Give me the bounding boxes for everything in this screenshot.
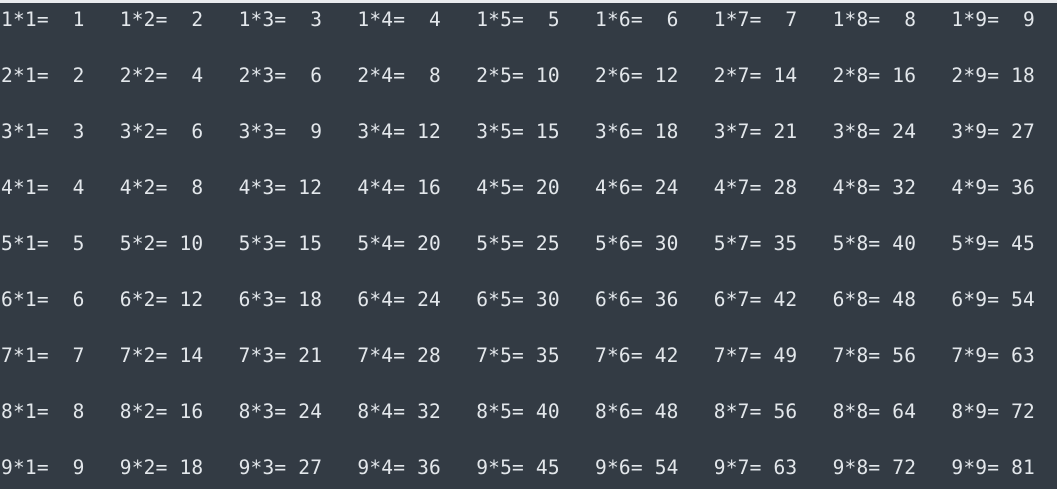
table-cell: 8*1= 8 <box>1 400 85 423</box>
table-cell: 8*2= 16 <box>119 400 204 423</box>
table-cell: 8*5= 40 <box>476 400 560 423</box>
table-cell: 1*3= 3 <box>238 8 323 31</box>
table-cell: 2*1= 2 <box>1 64 85 87</box>
table-cell: 8*4= 32 <box>357 400 441 423</box>
table-cell: 7*3= 21 <box>238 344 323 367</box>
table-cell: 3*3= 9 <box>238 120 323 143</box>
table-cell: 8*9= 72 <box>951 400 1035 423</box>
table-cell: 2*2= 4 <box>119 64 204 87</box>
table-cell: 4*2= 8 <box>119 176 204 199</box>
table-cell: 3*8= 24 <box>832 120 917 143</box>
table-cell: 5*6= 30 <box>595 232 679 255</box>
table-cell: 6*1= 6 <box>1 288 85 311</box>
table-cell: 2*7= 14 <box>713 64 798 87</box>
table-row: 4*1= 4 4*2= 8 4*3= 12 4*4= 16 4*5= 20 4*6= 24… <box>0 175 1057 201</box>
table-cell: 6*8= 48 <box>832 288 917 311</box>
table-cell: 8*3= 24 <box>238 400 323 423</box>
table-cell: 7*6= 42 <box>595 344 679 367</box>
table-row: 1*1= 1 1*2= 2 1*3= 3 1*4= 4 1*5= 5 1*6= 6 1*7=… <box>0 7 1057 33</box>
table-cell: 4*9= 36 <box>951 176 1035 199</box>
table-cell: 9*2= 18 <box>119 456 204 479</box>
table-cell: 8*7= 56 <box>713 400 798 423</box>
table-cell: 3*4= 12 <box>357 120 441 143</box>
table-cell: 5*4= 20 <box>357 232 441 255</box>
table-cell: 8*6= 48 <box>595 400 679 423</box>
table-row: 6*1= 6 6*2= 12 6*3= 18 6*4= 24 6*5= 30 6*6= 3… <box>0 287 1057 313</box>
table-row: 2*1= 2 2*2= 4 2*3= 6 2*4= 8 2*5= 10 2*6= 12 2*… <box>0 63 1057 89</box>
table-cell: 7*7= 49 <box>713 344 798 367</box>
table-cell: 7*1= 7 <box>1 344 85 367</box>
table-cell: 2*5= 10 <box>476 64 560 87</box>
table-row: 7*1= 7 7*2= 14 7*3= 21 7*4= 28 7*5= 35 7*6= 4… <box>0 343 1057 369</box>
table-cell: 7*4= 28 <box>357 344 441 367</box>
table-cell: 2*8= 16 <box>832 64 917 87</box>
table-row: 9*1= 9 9*2= 18 9*3= 27 9*4= 36 9*5= 45 9*6= 5… <box>0 455 1057 481</box>
table-cell: 8*8= 64 <box>832 400 917 423</box>
table-cell: 9*5= 45 <box>476 456 560 479</box>
table-cell: 5*7= 35 <box>713 232 798 255</box>
table-cell: 3*1= 3 <box>1 120 85 143</box>
terminal-output: 1*1= 1 1*2= 2 1*3= 3 1*4= 4 1*5= 5 1*6= 6 1*7=… <box>0 0 1057 489</box>
table-cell: 9*3= 27 <box>238 456 323 479</box>
table-cell: 4*4= 16 <box>357 176 441 199</box>
table-cell: 7*2= 14 <box>119 344 204 367</box>
table-cell: 9*9= 81 <box>951 456 1035 479</box>
table-cell: 3*7= 21 <box>713 120 798 143</box>
table-cell: 1*5= 5 <box>476 8 560 31</box>
table-cell: 6*6= 36 <box>595 288 679 311</box>
table-cell: 1*8= 8 <box>832 8 917 31</box>
table-cell: 6*5= 30 <box>476 288 560 311</box>
table-cell: 3*6= 18 <box>595 120 679 143</box>
table-cell: 5*2= 10 <box>119 232 204 255</box>
table-cell: 9*4= 36 <box>357 456 441 479</box>
table-cell: 5*8= 40 <box>832 232 917 255</box>
table-cell: 7*9= 63 <box>951 344 1035 367</box>
table-cell: 9*6= 54 <box>595 456 679 479</box>
table-cell: 5*9= 45 <box>951 232 1035 255</box>
table-cell: 2*6= 12 <box>595 64 679 87</box>
table-cell: 4*6= 24 <box>595 176 679 199</box>
table-cell: 6*4= 24 <box>357 288 441 311</box>
table-cell: 4*7= 28 <box>713 176 798 199</box>
table-cell: 4*8= 32 <box>832 176 917 199</box>
table-cell: 2*4= 8 <box>357 64 441 87</box>
table-cell: 1*7= 7 <box>713 8 798 31</box>
table-cell: 9*8= 72 <box>832 456 917 479</box>
table-cell: 1*9= 9 <box>951 8 1035 31</box>
table-cell: 4*1= 4 <box>1 176 85 199</box>
table-row: 8*1= 8 8*2= 16 8*3= 24 8*4= 32 8*5= 40 8*6= 4… <box>0 399 1057 425</box>
table-cell: 9*7= 63 <box>713 456 798 479</box>
table-cell: 6*3= 18 <box>238 288 323 311</box>
table-cell: 5*1= 5 <box>1 232 85 255</box>
table-row: 5*1= 5 5*2= 10 5*3= 15 5*4= 20 5*5= 25 5*6= 3… <box>0 231 1057 257</box>
table-cell: 3*5= 15 <box>476 120 560 143</box>
table-cell: 4*3= 12 <box>238 176 323 199</box>
table-cell: 5*3= 15 <box>238 232 323 255</box>
table-cell: 1*1= 1 <box>1 8 85 31</box>
table-cell: 3*2= 6 <box>119 120 204 143</box>
table-cell: 3*9= 27 <box>951 120 1035 143</box>
table-cell: 1*4= 4 <box>357 8 441 31</box>
table-cell: 2*3= 6 <box>238 64 323 87</box>
table-cell: 6*2= 12 <box>119 288 204 311</box>
table-cell: 4*5= 20 <box>476 176 560 199</box>
table-cell: 9*1= 9 <box>1 456 85 479</box>
table-cell: 7*5= 35 <box>476 344 560 367</box>
table-row: 3*1= 3 3*2= 6 3*3= 9 3*4= 12 3*5= 15 3*6= 18 3… <box>0 119 1057 145</box>
table-cell: 7*8= 56 <box>832 344 917 367</box>
table-cell: 2*9= 18 <box>951 64 1035 87</box>
table-cell: 1*6= 6 <box>595 8 679 31</box>
table-cell: 5*5= 25 <box>476 232 560 255</box>
table-cell: 6*7= 42 <box>713 288 798 311</box>
table-cell: 6*9= 54 <box>951 288 1035 311</box>
table-cell: 1*2= 2 <box>119 8 204 31</box>
